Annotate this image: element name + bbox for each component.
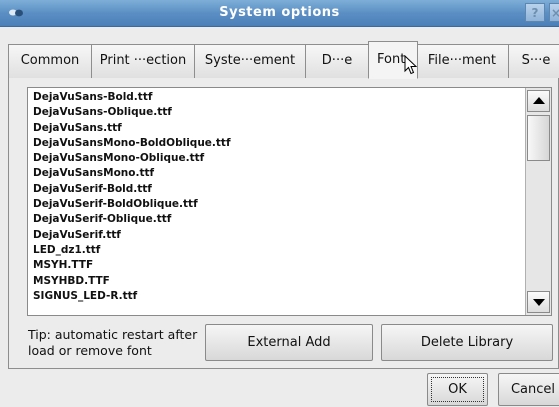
vertical-scrollbar[interactable] [525, 88, 551, 315]
tab-device[interactable]: D···e [305, 44, 369, 78]
tab-print-connection[interactable]: Print ···ection [91, 44, 195, 78]
title-bar[interactable]: System options ? × [0, 0, 559, 27]
tab-bar: Common Print ···ection Syste···ement D··… [8, 41, 559, 79]
tip-text: Tip: automatic restart after load or rem… [28, 327, 198, 358]
delete-library-button[interactable]: Delete Library [381, 324, 553, 361]
list-item[interactable]: LED_dz1.ttf [33, 243, 523, 258]
list-item[interactable]: DejaVuSansMono.ttf [33, 166, 523, 181]
tab-system-management[interactable]: Syste···ement [194, 44, 306, 78]
scroll-down-button[interactable] [527, 291, 550, 313]
list-item[interactable]: MSYH.TTF [33, 258, 523, 273]
help-button[interactable]: ? [525, 3, 545, 22]
mouse-pointer-icon [404, 55, 418, 75]
scroll-up-button[interactable] [527, 90, 550, 112]
arrow-down-icon [533, 299, 545, 306]
tab-file-management[interactable]: File···ment [417, 44, 509, 78]
scrollbar-thumb[interactable] [527, 115, 550, 161]
list-item[interactable]: DejaVuSerif-BoldOblique.ttf [33, 197, 523, 212]
list-item[interactable]: DejaVuSans.ttf [33, 121, 523, 136]
list-item[interactable]: DejaVuSansMono-Oblique.ttf [33, 151, 523, 166]
list-item[interactable]: SIGNUS_LED-R.ttf [33, 289, 523, 304]
external-add-button[interactable]: External Add [205, 324, 373, 361]
arrow-up-icon [533, 97, 545, 104]
list-item[interactable]: DejaVuSerif-Bold.ttf [33, 182, 523, 197]
tab-s-e[interactable]: S···e [508, 44, 559, 78]
close-button[interactable]: × [549, 3, 559, 22]
ok-button[interactable]: OK [427, 373, 488, 406]
list-item[interactable]: DejaVuSans-Oblique.ttf [33, 105, 523, 120]
font-list[interactable]: DejaVuSans-Bold.ttf DejaVuSans-Oblique.t… [27, 87, 552, 316]
list-item[interactable]: MSYHBD.TTF [33, 274, 523, 289]
window-title: System options [219, 5, 340, 20]
list-item[interactable]: DejaVuSerif-Oblique.ttf [33, 212, 523, 227]
tab-common[interactable]: Common [8, 44, 92, 78]
list-item[interactable]: DejaVuSansMono-BoldOblique.ttf [33, 136, 523, 151]
cancel-button[interactable]: Cancel [498, 373, 559, 406]
list-item[interactable]: DejaVuSans-Bold.ttf [33, 90, 523, 105]
list-item[interactable]: DejaVuSerif.ttf [33, 228, 523, 243]
